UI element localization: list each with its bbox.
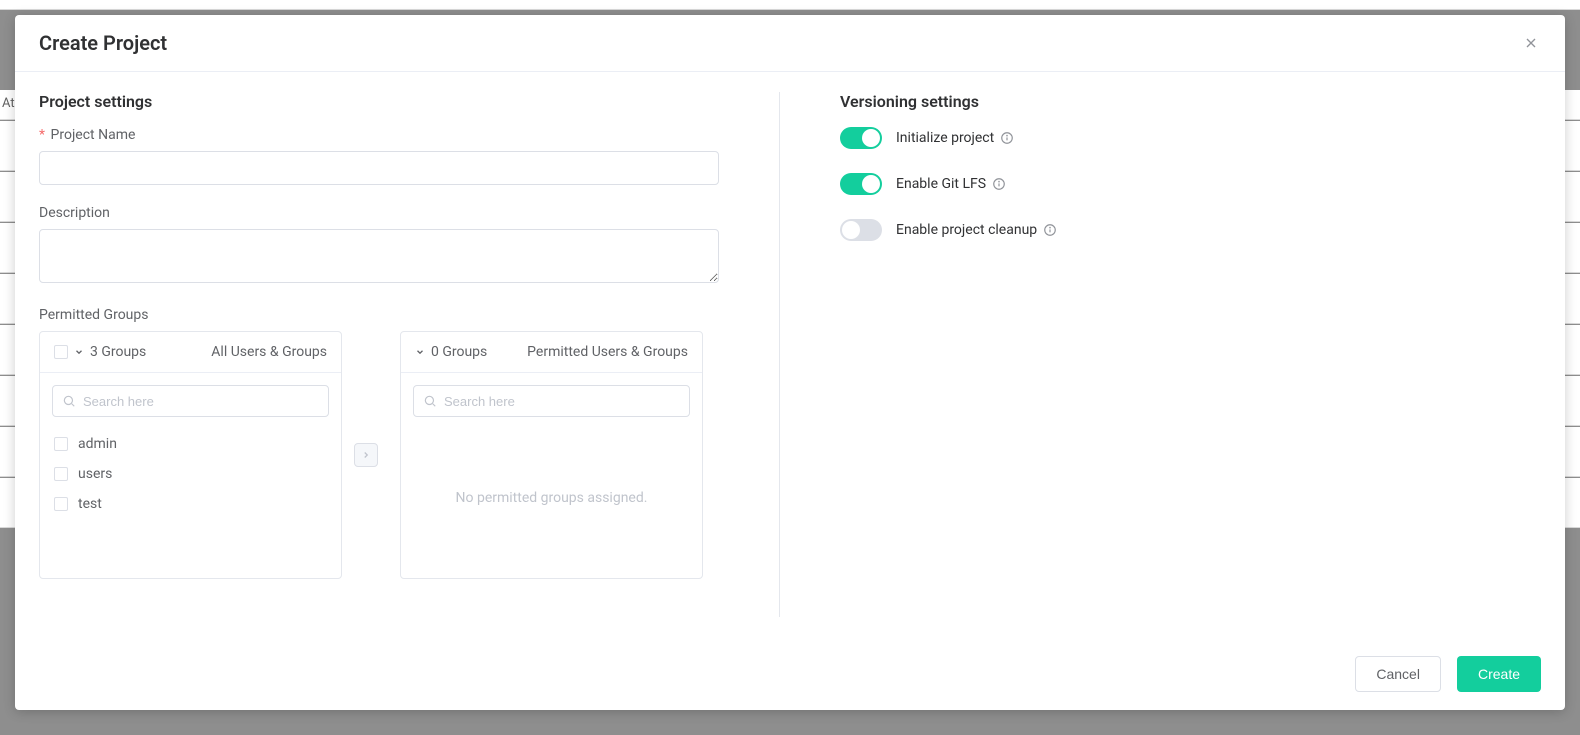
group-checkbox[interactable] [54,497,68,511]
enable-project-cleanup-row: Enable project cleanup [840,219,1541,241]
enable-git-lfs-row: Enable Git LFS [840,173,1541,195]
dialog-header: Create Project [15,15,1565,72]
initialize-project-toggle[interactable] [840,127,882,149]
cancel-button[interactable]: Cancel [1355,656,1441,692]
group-transfer-row: 3 Groups All Users & Groups [39,331,749,579]
info-icon[interactable] [1000,131,1014,145]
project-name-group: * Project Name [39,127,749,185]
permitted-search-input[interactable] [413,385,690,417]
transfer-right-button[interactable] [354,443,378,467]
create-project-dialog: Create Project Project settings * Projec… [15,15,1565,710]
group-item-label: admin [78,436,117,452]
info-icon[interactable] [1043,223,1057,237]
search-icon [62,394,76,408]
dialog-footer: Cancel Create [15,642,1565,710]
chevron-right-icon [361,450,371,460]
group-item-label: users [78,466,112,482]
initialize-project-label: Initialize project [896,130,994,146]
dialog-body: Project settings * Project Name Descript… [15,72,1565,642]
permitted-groups-panel: 0 Groups Permitted Users & Groups [400,331,703,579]
all-groups-list: admin users test [52,429,329,566]
all-groups-search-wrap [52,385,329,417]
enable-git-lfs-toggle[interactable] [840,173,882,195]
group-item[interactable]: users [52,459,329,489]
all-groups-header: 3 Groups All Users & Groups [40,332,341,373]
close-icon [1523,35,1539,51]
permitted-groups-title: Permitted Users & Groups [527,344,688,360]
dialog-title: Create Project [39,31,167,55]
column-divider [779,92,780,617]
bg-col-label: At [2,96,15,111]
description-label: Description [39,205,749,221]
all-groups-title: All Users & Groups [211,344,327,360]
enable-project-cleanup-toggle[interactable] [840,219,882,241]
permitted-empty-message: No permitted groups assigned. [413,429,690,566]
search-icon [423,394,437,408]
all-groups-count: 3 Groups [90,344,146,360]
project-settings-column: Project settings * Project Name Descript… [39,92,779,622]
enable-git-lfs-label: Enable Git LFS [896,176,986,192]
enable-project-cleanup-label: Enable project cleanup [896,222,1037,238]
group-checkbox[interactable] [54,467,68,481]
all-groups-panel: 3 Groups All Users & Groups [39,331,342,579]
create-button[interactable]: Create [1457,656,1541,692]
permitted-groups-group: Permitted Groups 3 Groups [39,307,749,579]
versioning-settings-column: Versioning settings Initialize project E… [810,92,1541,622]
expand-icon[interactable] [74,347,84,357]
permitted-groups-header: 0 Groups Permitted Users & Groups [401,332,702,373]
expand-icon[interactable] [415,347,425,357]
permitted-search-wrap [413,385,690,417]
initialize-project-row: Initialize project [840,127,1541,149]
all-groups-search-input[interactable] [52,385,329,417]
description-group: Description [39,205,749,287]
project-name-label: * Project Name [39,127,749,143]
group-checkbox[interactable] [54,437,68,451]
group-item-label: test [78,496,102,512]
group-item[interactable]: admin [52,429,329,459]
permitted-groups-label: Permitted Groups [39,307,749,323]
select-all-checkbox[interactable] [54,345,68,359]
permitted-groups-count: 0 Groups [431,344,487,360]
versioning-settings-title: Versioning settings [840,92,1541,111]
group-item[interactable]: test [52,489,329,519]
project-settings-title: Project settings [39,92,749,111]
description-input[interactable] [39,229,719,283]
info-icon[interactable] [992,177,1006,191]
close-button[interactable] [1521,33,1541,53]
project-name-input[interactable] [39,151,719,185]
required-indicator: * [39,127,45,143]
